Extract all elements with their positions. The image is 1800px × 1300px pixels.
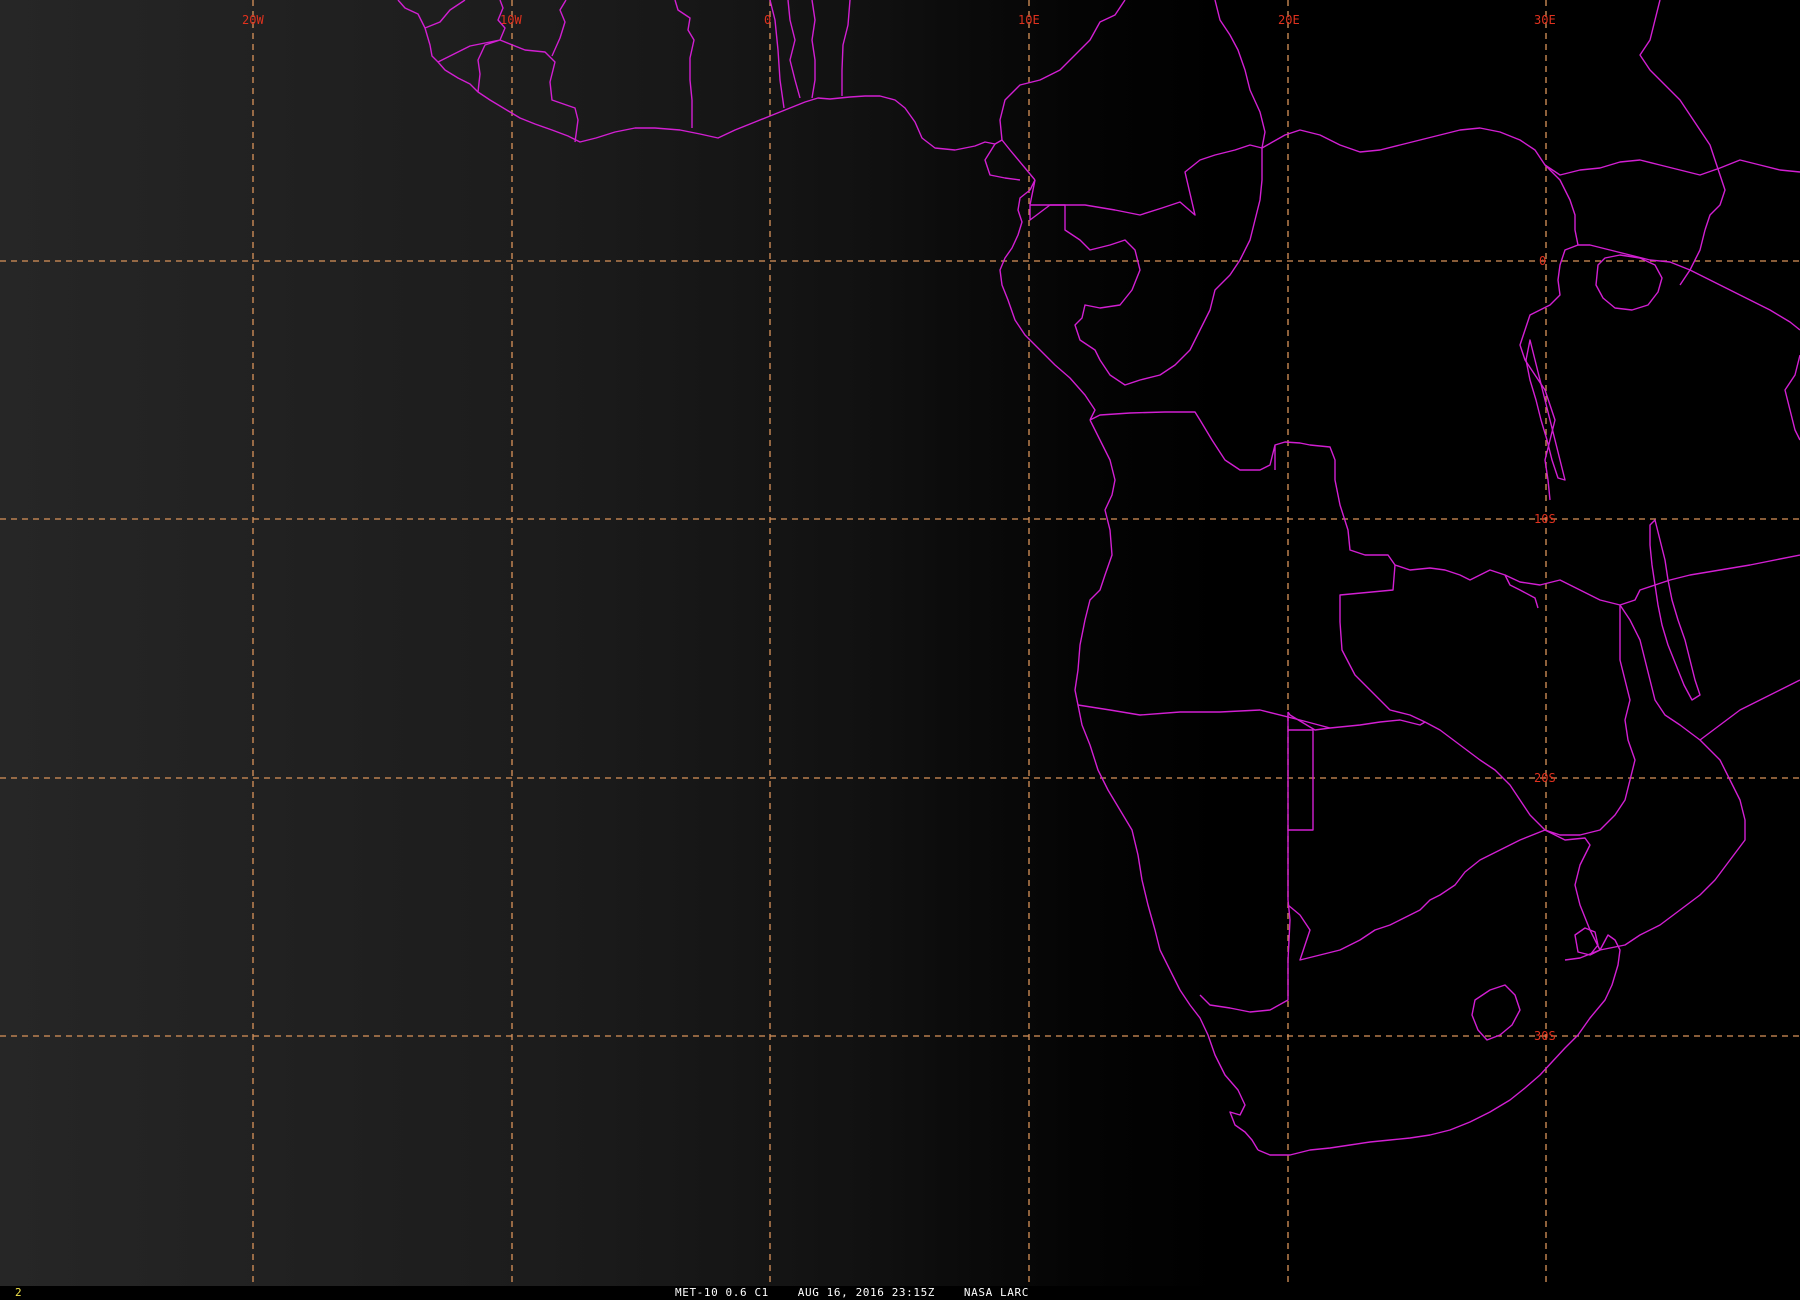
lat-label-0: 0 xyxy=(1539,254,1546,268)
lat-label-30s: 30S xyxy=(1534,1029,1556,1043)
lon-label-20e: 20E xyxy=(1278,13,1300,27)
source-caption: NASA LARC xyxy=(963,1286,1029,1299)
lon-label-30e: 30E xyxy=(1534,13,1556,27)
lat-label-20s: 20S xyxy=(1534,771,1556,785)
image-caption-bar: 2 MET-10 0.6 C1 AUG 16, 2016 23:15Z NASA… xyxy=(0,1286,1800,1300)
lat-label-10s: 10S xyxy=(1534,512,1556,526)
satellite-map: 20W 10W 0 10E 20E 30E 0 10S 20S 30S 2 ME… xyxy=(0,0,1800,1300)
night-imagery xyxy=(0,0,1800,1286)
datetime-caption: AUG 16, 2016 23:15Z xyxy=(797,1286,936,1299)
lon-label-0: 0 xyxy=(764,13,771,27)
satellite-caption: MET-10 0.6 C1 xyxy=(675,1286,769,1299)
lon-label-10w: 10W xyxy=(500,13,522,27)
lon-label-10e: 10E xyxy=(1018,13,1040,27)
frame-number: 2 xyxy=(15,1286,22,1299)
map-canvas: 20W 10W 0 10E 20E 30E 0 10S 20S 30S xyxy=(0,0,1800,1286)
lon-label-20w: 20W xyxy=(242,13,264,27)
image-caption: MET-10 0.6 C1 AUG 16, 2016 23:15Z NASA L… xyxy=(675,1286,1029,1300)
